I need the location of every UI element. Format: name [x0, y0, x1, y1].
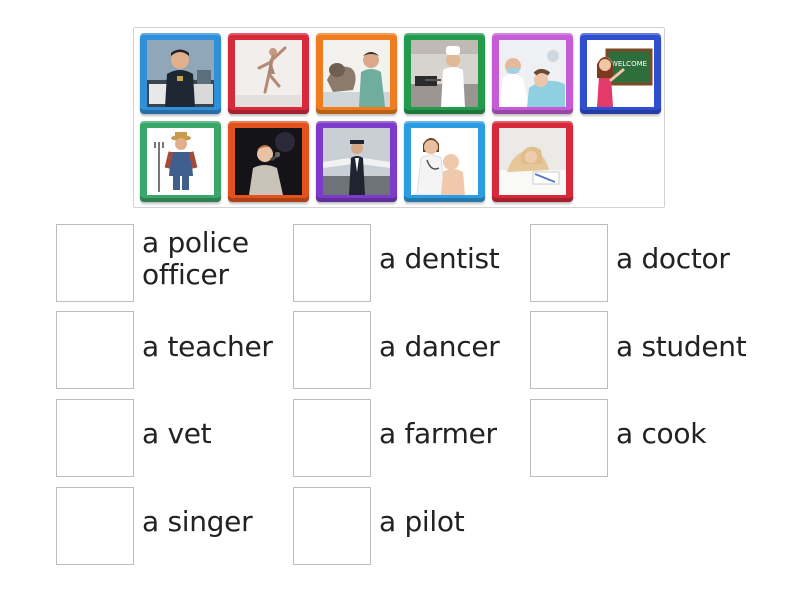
cook-photo-icon — [411, 40, 478, 107]
label-pilot: a pilot — [379, 505, 465, 538]
label-teacher: a teacher — [142, 330, 273, 363]
drop-zone-singer[interactable] — [56, 487, 134, 565]
student-photo-icon — [499, 128, 566, 195]
tile-pilot[interactable] — [316, 121, 397, 202]
drop-zone-doctor[interactable] — [530, 224, 608, 302]
label-dentist: a dentist — [379, 242, 500, 275]
tile-singer[interactable] — [228, 121, 309, 202]
drop-zone-pilot[interactable] — [293, 487, 371, 565]
drop-zone-vet[interactable] — [56, 399, 134, 477]
label-student: a student — [616, 330, 747, 363]
board-welcome-text: WELCOME — [611, 60, 647, 68]
farmer-photo-icon — [147, 128, 214, 195]
label-doctor: a doctor — [616, 242, 730, 275]
drop-zone-student[interactable] — [530, 311, 608, 389]
dancer-photo-icon — [235, 40, 302, 107]
drop-zone-dancer[interactable] — [293, 311, 371, 389]
dentist-photo-icon — [499, 40, 566, 107]
tile-police-officer[interactable] — [140, 33, 221, 114]
tile-farmer[interactable] — [140, 121, 221, 202]
tile-vet[interactable] — [316, 33, 397, 114]
tile-dentist[interactable] — [492, 33, 573, 114]
label-cook: a cook — [616, 417, 707, 450]
tile-teacher[interactable]: WELCOME — [580, 33, 661, 114]
label-farmer: a farmer — [379, 417, 497, 450]
drop-zone-dentist[interactable] — [293, 224, 371, 302]
label-police-officer: a police officer — [142, 226, 249, 291]
image-tile-tray: WELCOME — [133, 27, 665, 208]
label-singer: a singer — [142, 505, 253, 538]
teacher-photo-icon: WELCOME — [587, 40, 654, 107]
tile-doctor[interactable] — [404, 121, 485, 202]
vet-photo-icon — [323, 40, 390, 107]
singer-photo-icon — [235, 128, 302, 195]
drop-zone-farmer[interactable] — [293, 399, 371, 477]
tile-student[interactable] — [492, 121, 573, 202]
label-dancer: a dancer — [379, 330, 500, 363]
drop-zone-teacher[interactable] — [56, 311, 134, 389]
tile-dancer[interactable] — [228, 33, 309, 114]
police-officer-photo-icon — [147, 40, 214, 107]
tile-cook[interactable] — [404, 33, 485, 114]
drop-zone-cook[interactable] — [530, 399, 608, 477]
pilot-photo-icon — [323, 128, 390, 195]
drop-zone-police-officer[interactable] — [56, 224, 134, 302]
label-vet: a vet — [142, 417, 212, 450]
doctor-photo-icon — [411, 128, 478, 195]
